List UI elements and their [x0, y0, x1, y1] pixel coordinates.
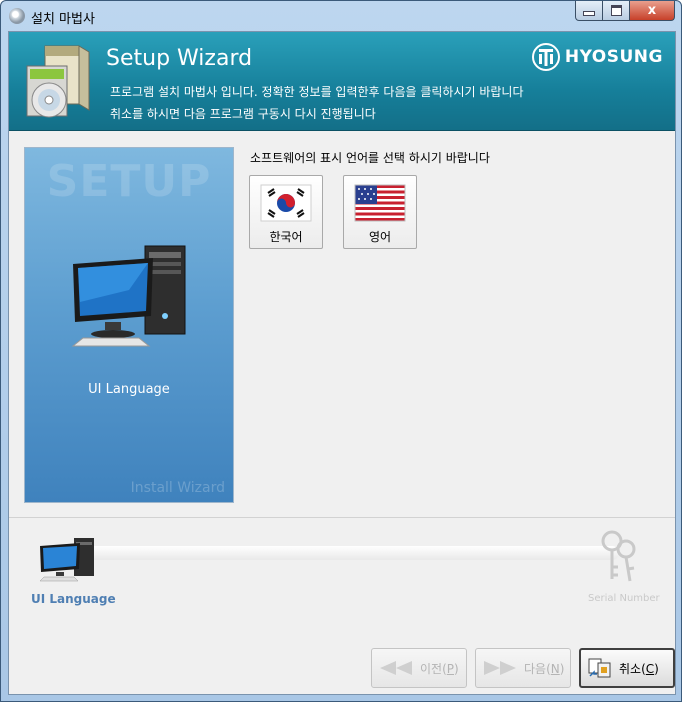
cancel-icon — [588, 658, 611, 678]
setup-watermark: SETUP — [46, 156, 212, 207]
setup-disc-icon — [9, 8, 25, 24]
step-ui-language: UI Language — [31, 592, 116, 606]
next-button[interactable]: 다음(N) — [475, 648, 571, 688]
brand-logo: HYOSUNG — [531, 42, 663, 72]
close-button[interactable]: x — [630, 1, 675, 21]
usa-flag-icon — [354, 184, 406, 222]
maximize-icon — [610, 5, 622, 16]
hyosung-logo-icon — [531, 43, 560, 71]
maximize-button[interactable] — [603, 1, 630, 21]
korean-language-button[interactable]: 한국어 — [249, 175, 323, 249]
install-wizard-watermark: Install Wizard — [130, 480, 225, 496]
korea-flag-icon — [260, 184, 312, 222]
language-prompt: 소프트웨어의 표시 언어를 선택 하시기 바랍니다 — [250, 151, 490, 165]
header-banner: Setup Wizard 프로그램 설치 마법사 입니다. 정확한 정보를 입력… — [9, 32, 675, 131]
banner-instruction-1: 프로그램 설치 마법사 입니다. 정확한 정보를 입력한후 다음을 클릭하시기 … — [110, 85, 524, 99]
banner-title: Setup Wizard — [106, 46, 253, 71]
section-divider — [9, 517, 675, 518]
banner-instruction-2: 취소를 하시면 다음 프로그램 구동시 다시 진행됩니다 — [110, 107, 376, 121]
minimize-button[interactable] — [575, 1, 603, 21]
close-icon: x — [647, 3, 657, 18]
wizard-client-area: Setup Wizard 프로그램 설치 마법사 입니다. 정확한 정보를 입력… — [8, 31, 676, 695]
title-bar[interactable]: 설치 마법사 x — [1, 1, 681, 31]
keys-step-icon — [601, 530, 636, 582]
double-left-arrow-icon — [380, 661, 412, 675]
minimize-icon — [583, 11, 595, 16]
computer-icon — [71, 245, 186, 347]
current-step-label: UI Language — [88, 382, 170, 397]
progress-track — [79, 546, 619, 560]
double-right-arrow-icon — [484, 661, 516, 675]
english-language-button[interactable]: 영어 — [343, 175, 417, 249]
setup-wizard-window: 설치 마법사 x Setup Wizard 프로그램 설치 마법사 입니다. 정… — [0, 0, 682, 702]
previous-button[interactable]: 이전(P) — [371, 648, 467, 688]
english-language-label: 영어 — [368, 230, 392, 244]
step-serial-number: Serial Number — [588, 593, 660, 604]
previous-button-label: 이전(P) — [420, 661, 459, 676]
computer-step-icon — [39, 538, 94, 582]
korean-language-label: 한국어 — [269, 230, 303, 244]
software-box-icon — [26, 45, 90, 118]
brand-name: HYOSUNG — [564, 47, 663, 67]
window-title: 설치 마법사 — [31, 12, 95, 27]
cancel-button[interactable]: 취소(C) — [579, 648, 675, 688]
step-side-panel: SETUP UI Language Install Wizard — [24, 147, 234, 503]
window-controls: x — [575, 1, 675, 21]
next-button-label: 다음(N) — [524, 661, 565, 676]
cancel-button-label: 취소(C) — [619, 661, 659, 676]
